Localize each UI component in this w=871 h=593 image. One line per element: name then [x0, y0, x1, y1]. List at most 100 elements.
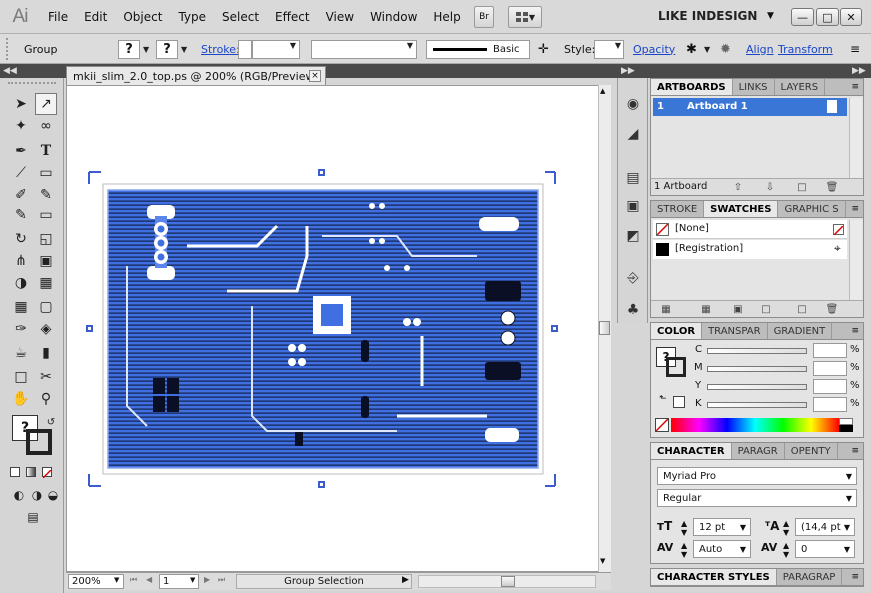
- canvas[interactable]: [66, 85, 611, 572]
- scroll-down-icon[interactable]: ▼: [600, 557, 605, 565]
- menu-object[interactable]: Object: [115, 0, 170, 34]
- reset-color-icon[interactable]: ⬑: [659, 394, 667, 404]
- font-size-stepper[interactable]: ▲ ▼: [681, 519, 687, 537]
- appearance-icon[interactable]: ◢: [623, 124, 643, 144]
- tab-stroke[interactable]: STROKE: [651, 201, 705, 217]
- swatch-row[interactable]: [Registration] ⌖: [653, 240, 847, 259]
- swap-colors-icon[interactable]: ↺: [40, 411, 62, 433]
- artboard-row[interactable]: 1 Artboard 1: [653, 98, 847, 116]
- panel-menu-icon[interactable]: ≡: [847, 443, 863, 459]
- status-menu-icon[interactable]: ▶: [402, 575, 409, 585]
- screen-mode-icon[interactable]: ▤: [22, 506, 44, 528]
- zoom-tool-icon[interactable]: ⚲: [35, 388, 57, 410]
- close-button[interactable]: ✕: [840, 8, 862, 26]
- panel-menu-icon[interactable]: ≡: [847, 323, 863, 339]
- stroke-weight-field[interactable]: ▼: [238, 39, 300, 59]
- tab-color[interactable]: COLOR: [651, 323, 703, 339]
- arrange-documents-button[interactable]: ▼: [508, 6, 542, 28]
- artboard-tool-icon[interactable]: □: [10, 366, 32, 388]
- next-artboard-icon[interactable]: ▶: [204, 575, 210, 584]
- width-tool-icon[interactable]: ⋔: [10, 250, 32, 272]
- tracking-input[interactable]: 0 ▼: [795, 540, 855, 558]
- lasso-tool-icon[interactable]: ∞: [35, 115, 57, 137]
- chevron-down-icon[interactable]: ▼: [114, 576, 119, 584]
- stroke-swatch[interactable]: ? ▼: [156, 39, 187, 59]
- channel-c-slider[interactable]: [707, 348, 807, 354]
- leading-stepper[interactable]: ▲ ▼: [783, 519, 789, 537]
- artboard-options-icon[interactable]: [827, 100, 837, 113]
- mesh-tool-icon[interactable]: ▦: [10, 296, 32, 318]
- tab-artboards[interactable]: ARTBOARDS: [651, 79, 733, 95]
- align-link[interactable]: Align: [746, 39, 774, 59]
- close-document-icon[interactable]: ×: [309, 70, 321, 82]
- delete-artboard-icon[interactable]: 🗑: [825, 181, 839, 193]
- first-artboard-icon[interactable]: ⏮: [130, 575, 137, 585]
- rotate-tool-icon[interactable]: ↻: [10, 228, 32, 250]
- stroke-weight-stepper[interactable]: [238, 39, 252, 59]
- move-down-icon[interactable]: ⇩: [763, 181, 777, 193]
- color-spectrum[interactable]: [671, 418, 839, 432]
- horizontal-scrollbar[interactable]: [418, 575, 596, 588]
- menu-edit[interactable]: Edit: [76, 0, 115, 34]
- panel-menu-icon[interactable]: ≡: [847, 569, 863, 585]
- free-transform-tool-icon[interactable]: ▣: [35, 250, 57, 272]
- menu-file[interactable]: File: [40, 0, 76, 34]
- line-tool-icon[interactable]: ⟋: [10, 162, 32, 184]
- horizontal-scroll-thumb[interactable]: [501, 576, 515, 587]
- document-tab[interactable]: mkii_slim_2.0_top.ps @ 200% (RGB/Preview…: [66, 66, 326, 85]
- gradient-mode-icon[interactable]: [26, 467, 36, 477]
- direct-selection-tool-icon[interactable]: ↗: [35, 93, 57, 115]
- opacity-link[interactable]: Opacity: [633, 39, 675, 59]
- magic-wand-tool-icon[interactable]: ✦: [10, 115, 32, 137]
- tab-gradient[interactable]: GRADIENT: [768, 323, 833, 339]
- type-tool-icon[interactable]: T: [35, 140, 57, 162]
- workspace-switcher[interactable]: LIKE INDESIGN: [658, 9, 757, 23]
- channel-k-input[interactable]: [813, 397, 847, 412]
- channel-k-slider[interactable]: [707, 402, 807, 408]
- pcb-artwork[interactable]: [107, 189, 539, 469]
- blob-brush-tool-icon[interactable]: ✎: [10, 204, 32, 226]
- pen-tool-icon[interactable]: ✒: [10, 140, 32, 162]
- hand-tool-icon[interactable]: ✋: [10, 388, 32, 410]
- tab-opentype[interactable]: OPENTY: [785, 443, 838, 459]
- panel-menu-icon[interactable]: ≡: [847, 201, 863, 217]
- club-symbol-icon[interactable]: ♣: [623, 300, 643, 320]
- chevron-down-icon[interactable]: ▼: [190, 576, 195, 584]
- scale-tool-icon[interactable]: ◱: [35, 228, 57, 250]
- kerning-input[interactable]: Auto ▼: [693, 540, 751, 558]
- control-panel-menu-icon[interactable]: ≡: [850, 39, 860, 59]
- swatch-options-icon[interactable]: ▣: [731, 303, 745, 315]
- shape-builder-tool-icon[interactable]: ◑: [10, 272, 32, 294]
- menu-effect[interactable]: Effect: [267, 0, 318, 34]
- transform-panel-icon[interactable]: ▣: [623, 196, 643, 216]
- menu-window[interactable]: Window: [362, 0, 425, 34]
- vertical-scroll-thumb[interactable]: [599, 321, 610, 335]
- vertical-scrollbar[interactable]: ▲ ▼: [598, 85, 611, 572]
- tab-layers[interactable]: LAYERS: [775, 79, 826, 95]
- tab-transparency[interactable]: TRANSPAR: [702, 323, 768, 339]
- transform-link[interactable]: Transform: [778, 39, 833, 59]
- white-swatch[interactable]: [839, 418, 853, 425]
- tab-paragraph-styles[interactable]: PARAGRAP: [777, 569, 843, 585]
- eyedropper-tool-icon[interactable]: ✑: [10, 318, 32, 340]
- scroll-up-icon[interactable]: ▲: [600, 87, 605, 95]
- channel-y-input[interactable]: [813, 379, 847, 394]
- font-family-select[interactable]: Myriad Pro ▼: [657, 467, 857, 485]
- collapse-dock-icon[interactable]: ▶▶: [621, 64, 635, 78]
- tab-character-styles[interactable]: CHARACTER STYLES: [651, 569, 777, 585]
- recolor-artwork-icon[interactable]: ✱: [686, 39, 697, 59]
- channel-m-slider[interactable]: [707, 366, 807, 372]
- stroke-swatch-color[interactable]: [666, 357, 686, 377]
- move-up-icon[interactable]: ⇧: [731, 181, 745, 193]
- recolor-dropdown[interactable]: ▼: [704, 39, 710, 59]
- panel-menu-icon[interactable]: ≡: [847, 79, 863, 95]
- status-text[interactable]: Group Selection: [236, 574, 412, 589]
- kerning-stepper[interactable]: ▲ ▼: [681, 541, 687, 559]
- rectangle-tool-icon[interactable]: ▭: [35, 162, 57, 184]
- menu-help[interactable]: Help: [425, 0, 468, 34]
- pencil-tool-icon[interactable]: ✎: [35, 184, 57, 206]
- bridge-button[interactable]: Br: [474, 6, 494, 28]
- black-swatch[interactable]: [839, 425, 853, 432]
- none-color-icon[interactable]: [655, 418, 669, 432]
- isolate-group-icon[interactable]: ✹: [720, 39, 731, 59]
